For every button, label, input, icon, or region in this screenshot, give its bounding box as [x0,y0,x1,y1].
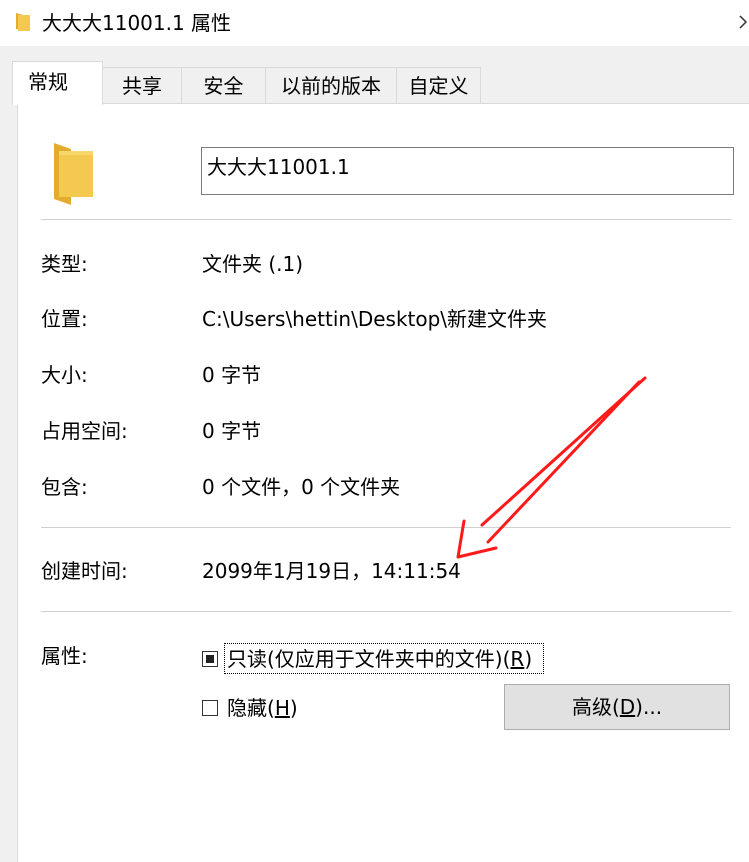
size-on-disk-value: 0 字节 [202,419,262,443]
window-title: 大大大11001.1 属性 [42,11,232,35]
size-on-disk-label: 占用空间: [41,419,128,443]
chevron-right-icon[interactable] [737,10,749,34]
advanced-accelerator: D [619,695,636,719]
advanced-button[interactable]: 高级(D)... [504,684,730,730]
divider [41,219,731,220]
size-value: 0 字节 [202,363,262,387]
type-label: 类型: [41,252,88,276]
hidden-checkbox[interactable] [202,700,218,716]
indeterminate-mark-icon [206,655,214,663]
hidden-close: ) [289,696,298,720]
advanced-text: 高级( [571,695,620,719]
size-label: 大小: [41,363,88,387]
readonly-label[interactable]: 只读(仅应用于文件夹中的文件)(R) [227,645,532,673]
location-label: 位置: [41,307,88,331]
contains-value: 0 个文件，0 个文件夹 [202,475,401,499]
folder-icon [16,13,30,31]
contains-label: 包含: [41,475,88,499]
tab-general[interactable]: 常规 [12,61,103,105]
tab-security[interactable]: 安全 [181,67,266,103]
tab-previous-versions[interactable]: 以前的版本 [265,67,397,103]
created-label: 创建时间: [41,559,128,583]
location-value: C:\Users\hettin\Desktop\新建文件夹 [202,307,548,331]
tab-strip: 常规 共享 安全 以前的版本 自定义 [0,46,749,105]
readonly-checkbox[interactable] [202,651,218,667]
divider [41,527,731,528]
tab-customize[interactable]: 自定义 [396,67,481,103]
title-bar: 大大大11001.1 属性 [0,0,749,46]
tab-sharing[interactable]: 共享 [102,67,182,103]
readonly-accelerator: R [510,647,525,671]
hidden-label[interactable]: 隐藏(H) [227,694,298,722]
divider [41,611,731,612]
hidden-accelerator: H [274,696,290,720]
readonly-text: 只读(仅应用于文件夹中的文件)( [227,647,511,671]
folder-name-input[interactable]: 大大大11001.1 [201,147,734,195]
hidden-text: 隐藏( [227,696,275,720]
attributes-label: 属性: [41,644,88,668]
type-value: 文件夹 (.1) [202,252,304,276]
created-value: 2099年1月19日，14:11:54 [202,559,461,583]
readonly-close: ) [524,647,533,671]
advanced-close: )... [635,695,663,719]
folder-icon [54,143,93,205]
